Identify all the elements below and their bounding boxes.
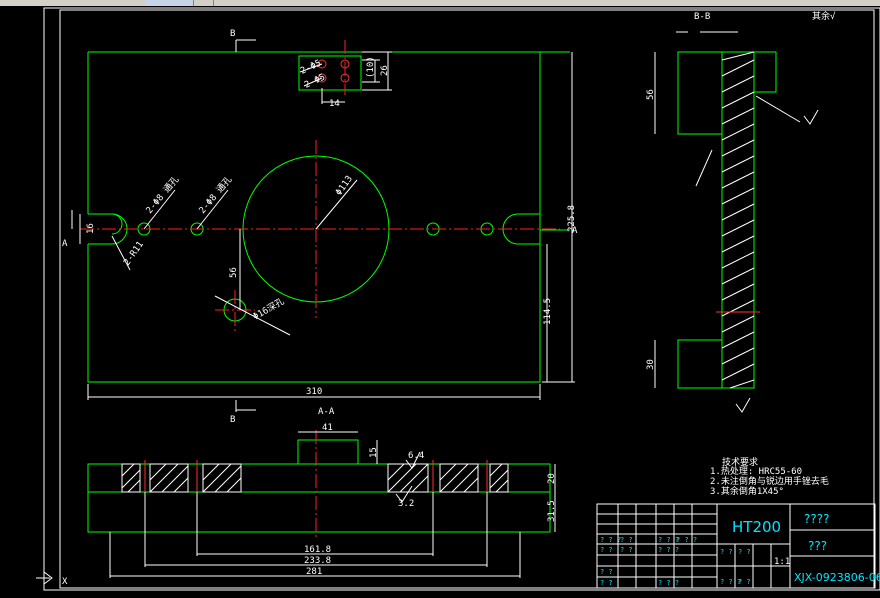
tb-cell: ? ? (720, 548, 733, 556)
tb-drawing-no: XJX-0923806-06 (794, 571, 880, 584)
section-bb-view: B-B 其余√ 56 30 (646, 10, 836, 413)
boss (297, 439, 359, 465)
hatch-blocks (121, 463, 509, 493)
cut-a-left: A (62, 239, 68, 249)
notes-line3: 3.其余倒角1X45° (710, 485, 784, 497)
section-body-upper (87, 463, 551, 493)
bb-boss (753, 51, 777, 93)
dim-pocket-10: (10) (366, 56, 376, 78)
tb-name-2: ??? (808, 539, 827, 553)
dim-41: 41 (322, 423, 333, 433)
label-holes-2: 2-Φ8 通孔 (197, 174, 234, 216)
tb-cell: ? ? (600, 546, 613, 554)
plate-outline-left (87, 52, 541, 383)
bb-hatch (721, 51, 755, 389)
plate-notch-ext (540, 51, 570, 231)
tb-cell: ? ? ? (676, 536, 697, 544)
label-small-2: 2-Φ5 (303, 72, 327, 90)
bb-top-step (677, 51, 723, 135)
tb-scale: 1:1 (774, 557, 790, 567)
dim-31-5: 31.5 (547, 500, 557, 522)
tb-cell: ? ? (738, 548, 751, 556)
label-lower-hole: Φ16深孔 (251, 296, 286, 323)
dim-16: 16 (86, 223, 96, 234)
dim-310: 310 (306, 387, 322, 397)
dim-20: 20 (547, 473, 557, 484)
surface-rest-note: 其余√ (812, 10, 836, 22)
section-bb-title: B-B (694, 12, 710, 22)
cad-drawing-canvas[interactable]: 310 225.8 114.5 56 16 Φ113 2-Φ8 通孔 2-Φ8 … (0, 0, 880, 598)
bb-bottom-step (677, 339, 723, 389)
tb-cell: ? ? (620, 536, 633, 544)
ucs-x-label: X (62, 577, 68, 587)
dim-281: 281 (306, 567, 322, 577)
dim-15: 15 (369, 447, 379, 458)
label-r11: 2-R11 (122, 240, 146, 268)
tech-notes: 技术要求 1.热处理: HRC55-60 2.未注倒角与锐边用手锉去毛 3.其余… (710, 456, 829, 497)
dim-114-5: 114.5 (543, 298, 553, 325)
tb-material: HT200 (732, 518, 781, 536)
tb-cell: ? ? (738, 578, 751, 586)
bb-leaders (676, 31, 801, 187)
dim-14: 14 (329, 99, 340, 109)
dim-161-8: 161.8 (304, 545, 331, 555)
tb-cell: ? ? (600, 568, 613, 576)
notes-line1: 1.热处理: HRC55-60 (710, 465, 802, 477)
tb-name-1: ???? (804, 512, 829, 526)
cut-b-bottom: B (230, 415, 235, 425)
tb-cell: ? ? ? (658, 546, 679, 554)
dim-56-side: 56 (646, 89, 656, 100)
bb-body (721, 51, 755, 389)
inner-frame (59, 9, 875, 589)
dim-26: 26 (380, 65, 390, 76)
dim-233-8: 233.8 (304, 556, 331, 566)
tb-cell: ? ? (600, 579, 613, 587)
title-block: HT200 ???? ??? XJX-0923806-06 1:1 ? ? ? … (596, 503, 880, 589)
roughness-symbol (735, 397, 751, 413)
section-body-lower (87, 491, 551, 533)
section-aa-title: A-A (318, 407, 335, 417)
front-view: 310 225.8 114.5 56 16 Φ113 2-Φ8 通孔 2-Φ8 … (62, 29, 578, 425)
label-holes-1: 2-Φ8 通孔 (144, 174, 181, 216)
ucs-icon: X (36, 571, 68, 587)
tb-cell: ? ? ? (658, 579, 679, 587)
cut-b-top: B (230, 29, 235, 39)
section-aa-view: A-A 41 15 20 31.5 161.8 233.8 281 6.4 3.… (87, 407, 557, 578)
roughness-symbol (803, 109, 819, 125)
tb-cell: ? ? ? (600, 536, 621, 544)
dim-30-side: 30 (646, 359, 656, 370)
dim-56: 56 (229, 267, 239, 278)
tb-cell: ? ? (620, 546, 633, 554)
notes-line2: 2.未注倒角与锐边用手锉去毛 (710, 475, 829, 487)
cut-a-right: A (572, 226, 578, 236)
drawing-frame (43, 7, 880, 591)
